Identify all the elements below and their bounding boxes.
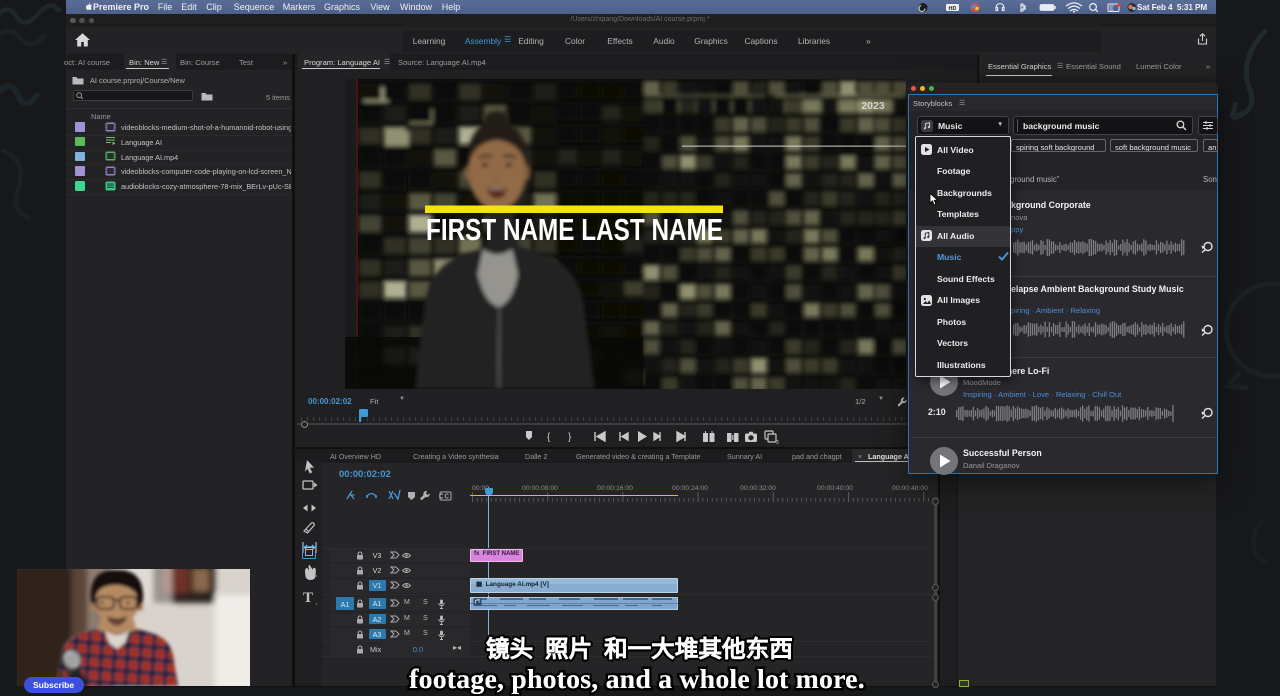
svg-text:}: } bbox=[568, 432, 572, 443]
svg-text:{: { bbox=[547, 432, 551, 443]
svg-text:HD: HD bbox=[949, 5, 957, 11]
svg-text:T: T bbox=[303, 590, 313, 606]
svg-text:3: 3 bbox=[776, 440, 779, 444]
svg-text:FIRST NAME LAST NAME: FIRST NAME LAST NAME bbox=[426, 212, 723, 247]
svg-text:2023: 2023 bbox=[861, 100, 885, 112]
